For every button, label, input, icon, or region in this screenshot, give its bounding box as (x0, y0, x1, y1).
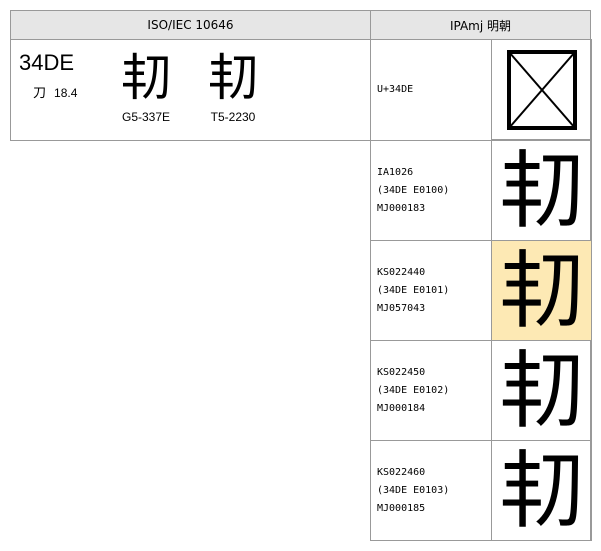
radical-stroke-count: 18.4 (54, 86, 78, 100)
glyph-cell-highlighted: 㓞 (491, 240, 592, 341)
code-lines: KS022440 (34DE E0101) MJ057043 (377, 264, 449, 318)
iso-column-header: ISO/IEC 10646 (10, 10, 371, 40)
glyph-cell (491, 39, 592, 140)
code-line: KS022460 (377, 467, 426, 478)
code-line: IA1026 (377, 167, 414, 178)
ipamj-row-ivs-e0100: IA1026 (34DE E0100) MJ000183 㓞 (370, 140, 592, 241)
code-line: (34DE E0102) (377, 385, 450, 396)
reference-source-label: T5-2230 (210, 110, 256, 124)
code-line: KS022440 (377, 267, 426, 278)
box-with-x-icon (506, 49, 577, 130)
code-line: (34DE E0103) (377, 485, 450, 496)
code-line: MJ057043 (377, 303, 426, 314)
ipamj-row-ivs-e0102: KS022450 (34DE E0102) MJ000184 㓞 (370, 340, 592, 441)
ipamj-header-title: IPAmj 明朝 (449, 18, 512, 33)
code-line: MJ000185 (377, 503, 426, 514)
reference-glyph: 㓞 (121, 49, 171, 107)
glyph-cell: 㓞 (491, 440, 592, 541)
ipamj-column-header: IPAmj 明朝 (370, 10, 591, 40)
codepoint-label: 34DE (19, 50, 75, 75)
ipamj-row-base: U+34DE (370, 39, 592, 141)
code-lines: KS022460 (34DE E0103) MJ000185 (377, 464, 449, 518)
code-lines: IA1026 (34DE E0100) MJ000183 (377, 164, 449, 218)
iso-info-cell: 34DE 刀 18.4 㓞 G5-337E 㓞 T5-2230 (10, 39, 371, 141)
iso-header-title: ISO/IEC 10646 (147, 18, 234, 32)
radical-char: 刀 (33, 86, 47, 101)
reference-glyph: 㓞 (208, 49, 258, 107)
ipamj-glyph: 㓞 (499, 341, 584, 440)
ipamj-glyph: 㓞 (499, 241, 584, 340)
reference-source-label: G5-337E (121, 110, 171, 124)
ipamj-glyph: 㓞 (499, 141, 584, 240)
code-line: MJ000183 (377, 203, 426, 214)
glyph-cell: 㓞 (491, 340, 592, 441)
ipamj-row-ivs-e0103: KS022460 (34DE E0103) MJ000185 㓞 (370, 440, 592, 541)
ipamj-row-ivs-e0101: KS022440 (34DE E0101) MJ057043 㓞 (370, 240, 592, 341)
code-lines: KS022450 (34DE E0102) MJ000184 (377, 364, 449, 418)
code-line: U+34DE (377, 84, 414, 95)
reference-glyph-t-source: 㓞 T5-2230 (198, 48, 268, 124)
code-line: KS022450 (377, 367, 426, 378)
reference-glyph-g-source: 㓞 G5-337E (111, 48, 181, 124)
ipamj-glyph: 㓞 (499, 441, 584, 540)
code-line: (34DE E0100) (377, 185, 450, 196)
code-line: MJ000184 (377, 403, 426, 414)
code-line: (34DE E0101) (377, 285, 450, 296)
radical-stroke-info: 刀 18.4 (33, 82, 77, 101)
code-lines: U+34DE (377, 81, 413, 99)
glyph-cell: 㓞 (491, 140, 592, 241)
